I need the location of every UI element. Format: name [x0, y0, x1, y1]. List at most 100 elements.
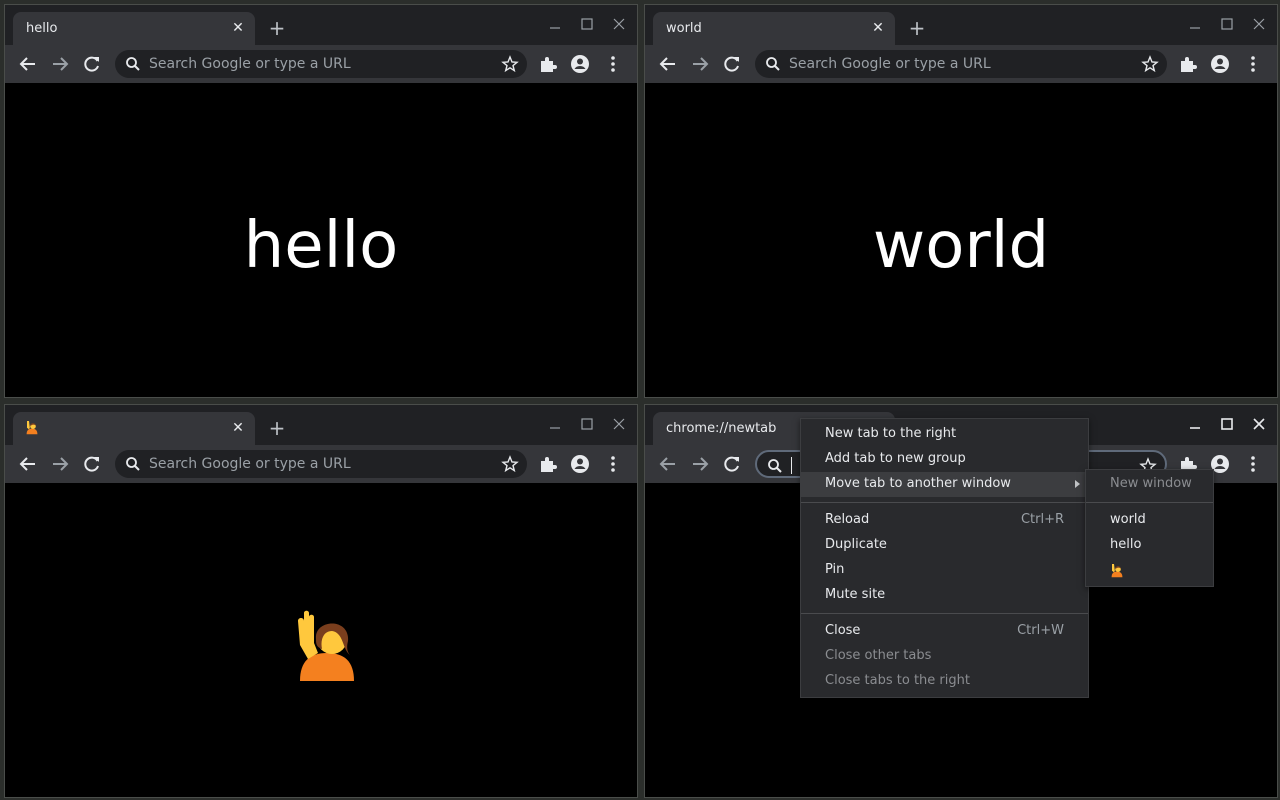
page-content: world — [645, 83, 1277, 397]
omnibox-placeholder: Search Google or type a URL — [149, 456, 351, 472]
maximize-icon[interactable] — [577, 414, 597, 434]
menu-item-label: Close — [825, 623, 861, 638]
menu-item-label: Close other tabs — [825, 648, 932, 663]
maximize-icon[interactable] — [577, 14, 597, 34]
more-vert-icon[interactable] — [1242, 53, 1264, 75]
menu-item-label: Duplicate — [825, 537, 887, 552]
omnibox-placeholder: Search Google or type a URL — [149, 56, 351, 72]
tab-world[interactable]: world ✕ — [653, 12, 895, 45]
omnibox[interactable]: Search Google or type a URL — [115, 450, 527, 478]
omnibox[interactable]: Search Google or type a URL — [755, 50, 1167, 78]
raising-hand-emoji-icon — [292, 609, 362, 681]
search-icon — [765, 56, 781, 72]
menu-item-label: Mute site — [825, 587, 886, 602]
browser-window-hello: hello ✕ + Search Google or type a URL he… — [4, 4, 638, 398]
close-icon[interactable]: ✕ — [870, 20, 886, 36]
forward-button[interactable] — [49, 53, 71, 75]
tab-context-menu: New tab to the right Add tab to new grou… — [800, 418, 1089, 698]
tab-strip: world ✕ + — [645, 5, 1277, 45]
star-icon[interactable] — [501, 55, 519, 73]
account-icon[interactable] — [569, 453, 591, 475]
page-text: hello — [243, 209, 399, 283]
tab-hello[interactable]: hello ✕ — [13, 12, 255, 45]
toolbar: Search Google or type a URL — [645, 45, 1277, 83]
menu-item-mute-site[interactable]: Mute site — [801, 583, 1088, 608]
window-close-icon[interactable] — [609, 414, 629, 434]
submenu-item-new-window: New window — [1086, 472, 1213, 497]
page-text: world — [872, 209, 1050, 283]
minimize-icon[interactable] — [545, 414, 565, 434]
new-tab-button[interactable]: + — [267, 18, 287, 38]
minimize-icon[interactable] — [1185, 14, 1205, 34]
text-caret — [791, 457, 792, 474]
more-vert-icon[interactable] — [602, 453, 624, 475]
page-content: hello — [5, 83, 637, 397]
menu-item-move-tab[interactable]: Move tab to another window — [801, 472, 1088, 497]
minimize-icon[interactable] — [1185, 414, 1205, 434]
back-button[interactable] — [657, 453, 679, 475]
menu-item-duplicate[interactable]: Duplicate — [801, 533, 1088, 558]
search-icon — [125, 56, 141, 72]
raising-hand-icon — [1110, 562, 1124, 578]
back-button[interactable] — [17, 453, 39, 475]
move-tab-submenu: New window world hello — [1085, 469, 1214, 587]
submenu-item-label: New window — [1110, 476, 1192, 491]
menu-item-close-tabs-right: Close tabs to the right — [801, 669, 1088, 694]
more-vert-icon[interactable] — [1242, 453, 1264, 475]
reload-button[interactable] — [721, 453, 743, 475]
submenu-item-hello[interactable]: hello — [1086, 533, 1213, 558]
menu-divider — [801, 613, 1088, 614]
menu-item-reload[interactable]: Reload Ctrl+R — [801, 508, 1088, 533]
menu-item-close-other-tabs: Close other tabs — [801, 644, 1088, 669]
extensions-button[interactable] — [537, 453, 559, 475]
tab-title: hello — [26, 21, 58, 36]
more-vert-icon[interactable] — [602, 53, 624, 75]
menu-item-label: Close tabs to the right — [825, 673, 970, 688]
menu-item-close[interactable]: Close Ctrl+W — [801, 619, 1088, 644]
new-tab-button[interactable]: + — [907, 18, 927, 38]
search-icon — [767, 458, 783, 474]
toolbar: Search Google or type a URL — [5, 45, 637, 83]
reload-button[interactable] — [81, 453, 103, 475]
minimize-icon[interactable] — [545, 14, 565, 34]
submenu-item-label: hello — [1110, 537, 1142, 552]
menu-item-shortcut: Ctrl+W — [1017, 623, 1064, 638]
maximize-icon[interactable] — [1217, 14, 1237, 34]
account-icon[interactable] — [569, 53, 591, 75]
window-close-icon[interactable] — [609, 14, 629, 34]
submenu-item-world[interactable]: world — [1086, 508, 1213, 533]
tab-title: chrome://newtab — [666, 421, 777, 436]
forward-button[interactable] — [49, 453, 71, 475]
window-close-icon[interactable] — [1249, 414, 1269, 434]
back-button[interactable] — [17, 53, 39, 75]
menu-item-label: New tab to the right — [825, 426, 957, 441]
reload-button[interactable] — [721, 53, 743, 75]
star-icon[interactable] — [1141, 55, 1159, 73]
menu-item-pin[interactable]: Pin — [801, 558, 1088, 583]
extensions-button[interactable] — [537, 53, 559, 75]
back-button[interactable] — [657, 53, 679, 75]
new-tab-button[interactable]: + — [267, 418, 287, 438]
star-icon[interactable] — [501, 455, 519, 473]
close-icon[interactable]: ✕ — [230, 420, 246, 436]
search-icon — [125, 456, 141, 472]
maximize-icon[interactable] — [1217, 414, 1237, 434]
menu-item-add-to-group[interactable]: Add tab to new group — [801, 447, 1088, 472]
tab-emoji[interactable]: ✕ — [13, 412, 255, 445]
toolbar: Search Google or type a URL — [5, 445, 637, 483]
close-icon[interactable]: ✕ — [230, 20, 246, 36]
menu-divider — [1086, 502, 1213, 503]
menu-item-new-tab-right[interactable]: New tab to the right — [801, 422, 1088, 447]
browser-window-emoji: ✕ + Search Google or type a URL — [4, 404, 638, 798]
extensions-button[interactable] — [1177, 53, 1199, 75]
raising-hand-icon — [25, 419, 39, 435]
forward-button[interactable] — [689, 453, 711, 475]
submenu-item-emoji[interactable] — [1086, 558, 1213, 583]
window-close-icon[interactable] — [1249, 14, 1269, 34]
omnibox[interactable]: Search Google or type a URL — [115, 50, 527, 78]
forward-button[interactable] — [689, 53, 711, 75]
menu-item-shortcut: Ctrl+R — [1020, 512, 1064, 527]
account-icon[interactable] — [1209, 53, 1231, 75]
menu-item-label: Pin — [825, 562, 845, 577]
reload-button[interactable] — [81, 53, 103, 75]
